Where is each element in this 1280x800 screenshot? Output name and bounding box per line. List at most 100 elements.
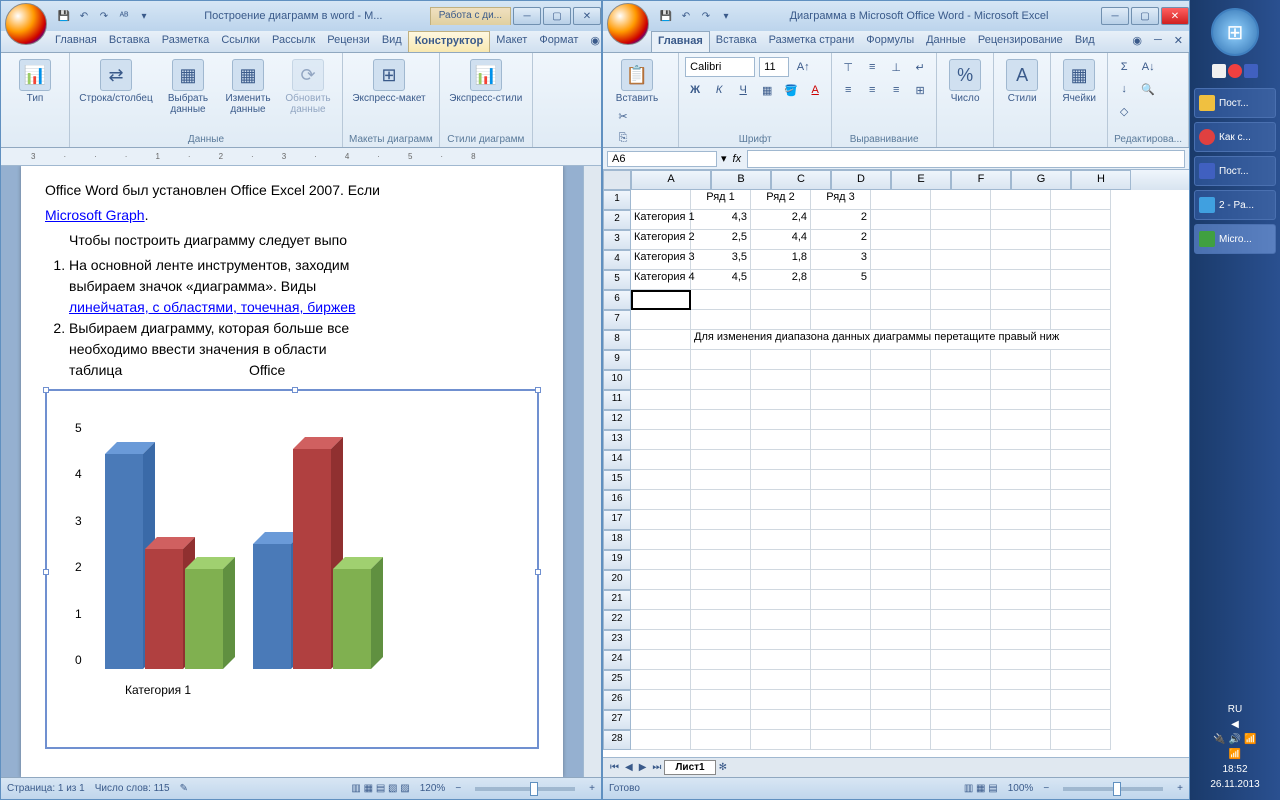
minimize-button[interactable]: ─	[1101, 7, 1129, 25]
cell[interactable]	[1051, 270, 1111, 290]
row-header[interactable]: 22	[603, 610, 631, 630]
cell[interactable]	[991, 610, 1051, 630]
cell[interactable]	[991, 690, 1051, 710]
align-top-icon[interactable]: ⊤	[838, 57, 858, 77]
cell[interactable]	[691, 390, 751, 410]
cell[interactable]	[691, 530, 751, 550]
cell[interactable]: Категория 3	[631, 250, 691, 270]
cell[interactable]	[751, 390, 811, 410]
zoom-level[interactable]: 120%	[420, 783, 446, 794]
cell[interactable]	[871, 210, 931, 230]
tab-page-layout[interactable]: Разметка страни	[763, 31, 861, 52]
cell[interactable]	[991, 510, 1051, 530]
tab-review[interactable]: Рецензи	[321, 31, 376, 52]
cell[interactable]	[751, 490, 811, 510]
cell[interactable]	[751, 430, 811, 450]
vertical-scrollbar[interactable]	[583, 166, 601, 777]
cell[interactable]	[691, 590, 751, 610]
help-icon[interactable]: ◉	[1126, 31, 1148, 52]
cell[interactable]	[871, 630, 931, 650]
cell[interactable]	[871, 430, 931, 450]
cell[interactable]	[751, 670, 811, 690]
cell[interactable]: 2	[811, 210, 871, 230]
cell[interactable]	[1051, 630, 1111, 650]
row-header[interactable]: 15	[603, 470, 631, 490]
taskbar-item[interactable]: Пост...	[1194, 156, 1276, 186]
cell[interactable]	[991, 470, 1051, 490]
maximize-button[interactable]: ▢	[543, 7, 571, 25]
cell[interactable]	[631, 610, 691, 630]
cell[interactable]	[991, 310, 1051, 330]
cell[interactable]: 5	[811, 270, 871, 290]
cell[interactable]	[631, 570, 691, 590]
col-header-e[interactable]: E	[891, 170, 951, 190]
row-header[interactable]: 20	[603, 570, 631, 590]
wrap-text-icon[interactable]: ↵	[910, 57, 930, 77]
cell[interactable]	[871, 570, 931, 590]
cell[interactable]	[871, 450, 931, 470]
cell[interactable]	[931, 490, 991, 510]
italic-icon[interactable]: К	[709, 80, 729, 100]
underline-icon[interactable]: Ч	[733, 80, 753, 100]
cell[interactable]	[751, 730, 811, 750]
cell[interactable]	[631, 330, 691, 350]
cell[interactable]	[991, 410, 1051, 430]
cell[interactable]	[691, 610, 751, 630]
cell[interactable]	[991, 650, 1051, 670]
mdi-close-icon[interactable]: ✕	[1168, 31, 1189, 52]
col-header-b[interactable]: B	[711, 170, 771, 190]
cell[interactable]	[1051, 450, 1111, 470]
cell[interactable]	[691, 370, 751, 390]
col-header-g[interactable]: G	[1011, 170, 1071, 190]
row-header[interactable]: 12	[603, 410, 631, 430]
cell[interactable]	[631, 430, 691, 450]
grow-font-icon[interactable]: A↑	[793, 57, 813, 77]
cell[interactable]	[991, 250, 1051, 270]
cell[interactable]	[871, 230, 931, 250]
cell[interactable]	[931, 290, 991, 310]
close-button[interactable]: ✕	[1161, 7, 1189, 25]
cell[interactable]	[1051, 510, 1111, 530]
bold-icon[interactable]: Ж	[685, 80, 705, 100]
taskbar-item[interactable]: Как с...	[1194, 122, 1276, 152]
cell[interactable]	[991, 270, 1051, 290]
cell[interactable]	[991, 630, 1051, 650]
cell[interactable]	[871, 590, 931, 610]
cell[interactable]	[871, 290, 931, 310]
find-icon[interactable]: 🔍	[1138, 79, 1158, 99]
cell[interactable]	[631, 490, 691, 510]
row-header[interactable]: 3	[603, 230, 631, 250]
tab-review[interactable]: Рецензирование	[972, 31, 1069, 52]
cell[interactable]	[931, 430, 991, 450]
col-header-c[interactable]: C	[771, 170, 831, 190]
word-titlebar[interactable]: 💾 ↶ ↷ ᴬᴮ ▾ Построение диаграмм в word - …	[1, 1, 601, 31]
cell[interactable]	[631, 670, 691, 690]
row-header[interactable]: 27	[603, 710, 631, 730]
cell[interactable]	[871, 310, 931, 330]
tray-volume-icon[interactable]: 🔊	[1229, 734, 1241, 745]
cell[interactable]	[991, 490, 1051, 510]
cell[interactable]: 2,4	[751, 210, 811, 230]
cell[interactable]	[991, 530, 1051, 550]
zoom-out-icon[interactable]: −	[455, 783, 461, 794]
refresh-data-button[interactable]: ⟳ Обновить данные	[280, 57, 336, 117]
cell[interactable]	[871, 510, 931, 530]
cell[interactable]	[1051, 210, 1111, 230]
view-buttons[interactable]: ▥ ▦ ▤ ▧ ▨	[351, 783, 409, 794]
tray-wifi-icon[interactable]: 📶	[1229, 749, 1241, 760]
sheet-nav-last-icon[interactable]: ⏭	[649, 762, 664, 773]
cell[interactable]	[991, 190, 1051, 210]
language-indicator[interactable]: RU	[1228, 704, 1242, 715]
clear-icon[interactable]: ◇	[1114, 101, 1134, 121]
name-box[interactable]: A6	[607, 151, 717, 167]
quick-launch-icon[interactable]	[1244, 64, 1258, 78]
cell[interactable]	[811, 510, 871, 530]
cell[interactable]	[931, 650, 991, 670]
new-sheet-icon[interactable]: ✻	[716, 762, 730, 773]
align-center-icon[interactable]: ≡	[862, 80, 882, 100]
cell[interactable]	[871, 410, 931, 430]
zoom-slider[interactable]	[475, 787, 575, 791]
cell[interactable]	[931, 570, 991, 590]
cell[interactable]	[1051, 730, 1111, 750]
quick-launch-icon[interactable]	[1228, 64, 1242, 78]
